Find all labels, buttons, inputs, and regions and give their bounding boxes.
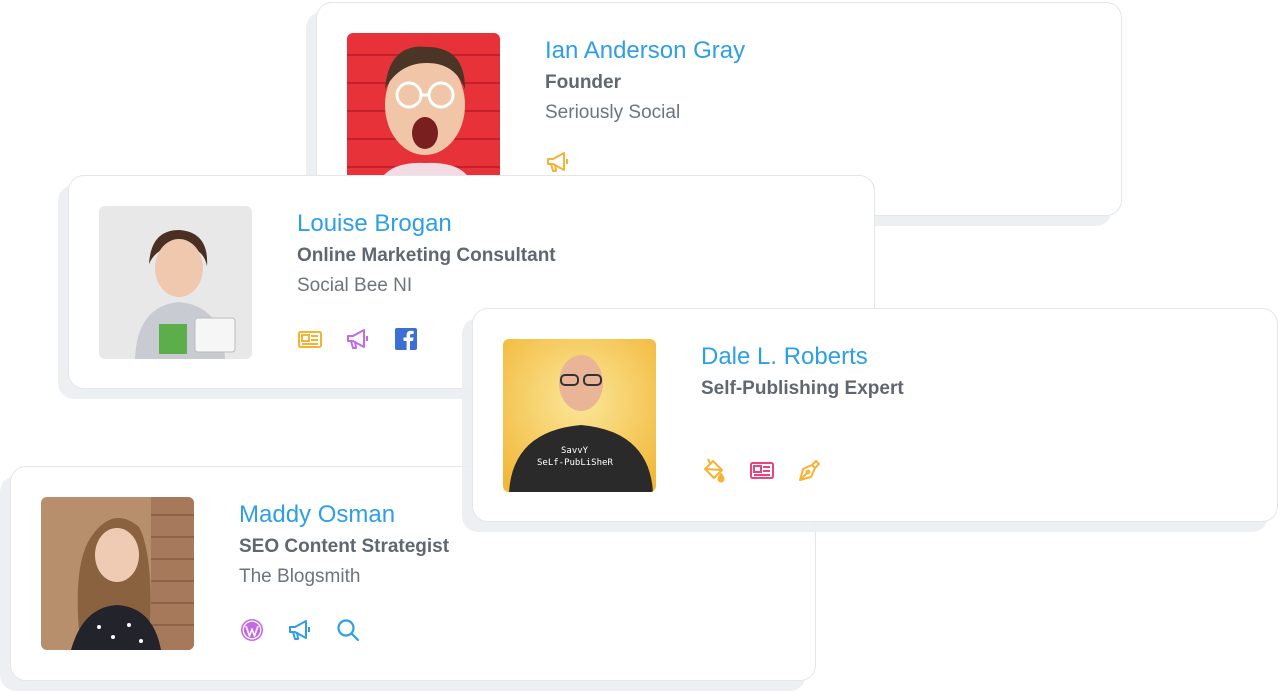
- profile-name[interactable]: Ian Anderson Gray: [545, 35, 745, 67]
- dale-portrait-image: SavvY SeLf-PubLiSheR: [503, 339, 656, 492]
- pen-nib-icon[interactable]: [797, 457, 823, 483]
- wordpress-icon[interactable]: [239, 617, 265, 643]
- newspaper-icon[interactable]: [297, 326, 323, 352]
- profile-skill-icons: [545, 149, 571, 175]
- megaphone-icon[interactable]: [287, 617, 313, 643]
- paint-bucket-icon[interactable]: [701, 457, 727, 483]
- svg-text:SavvY: SavvY: [561, 446, 589, 456]
- megaphone-icon[interactable]: [545, 149, 571, 175]
- search-icon[interactable]: [335, 617, 361, 643]
- profile-company: Seriously Social: [545, 102, 681, 123]
- speaker-cards-stage: Ian Anderson Gray Founder Seriously Soci…: [0, 0, 1280, 692]
- ian-portrait-image: [347, 33, 500, 186]
- svg-text:SeLf-PubLiSheR: SeLf-PubLiSheR: [537, 458, 613, 468]
- maddy-portrait-image: [41, 497, 194, 650]
- profile-skill-icons: [701, 457, 823, 483]
- profile-photo-ian: [347, 33, 500, 186]
- facebook-icon[interactable]: [393, 326, 419, 352]
- newspaper-icon[interactable]: [749, 457, 775, 483]
- profile-role: SEO Content Strategist: [239, 536, 450, 557]
- profile-name[interactable]: Maddy Osman: [239, 499, 449, 531]
- profile-role: Founder: [545, 72, 621, 93]
- profile-card-dale[interactable]: SavvY SeLf-PubLiSheR Dale L. Roberts Sel…: [472, 308, 1278, 522]
- profile-info-louise: Louise Brogan Online Marketing Consultan…: [297, 208, 556, 299]
- profile-photo-louise: [99, 206, 252, 359]
- louise-portrait-image: [99, 206, 252, 359]
- profile-info-maddy: Maddy Osman SEO Content Strategist The B…: [239, 499, 449, 590]
- profile-name[interactable]: Louise Brogan: [297, 208, 556, 240]
- profile-name[interactable]: Dale L. Roberts: [701, 341, 904, 373]
- profile-role: Self-Publishing Expert: [701, 378, 904, 399]
- profile-photo-dale: SavvY SeLf-PubLiSheR: [503, 339, 656, 492]
- profile-role: Online Marketing Consultant: [297, 245, 556, 266]
- profile-company: The Blogsmith: [239, 566, 361, 587]
- profile-skill-icons: [297, 326, 419, 352]
- profile-info-ian: Ian Anderson Gray Founder Seriously Soci…: [545, 35, 745, 126]
- profile-skill-icons: [239, 617, 361, 643]
- profile-info-dale: Dale L. Roberts Self-Publishing Expert: [701, 341, 904, 402]
- megaphone-icon[interactable]: [345, 326, 371, 352]
- profile-photo-maddy: [41, 497, 194, 650]
- profile-company: Social Bee NI: [297, 275, 413, 296]
